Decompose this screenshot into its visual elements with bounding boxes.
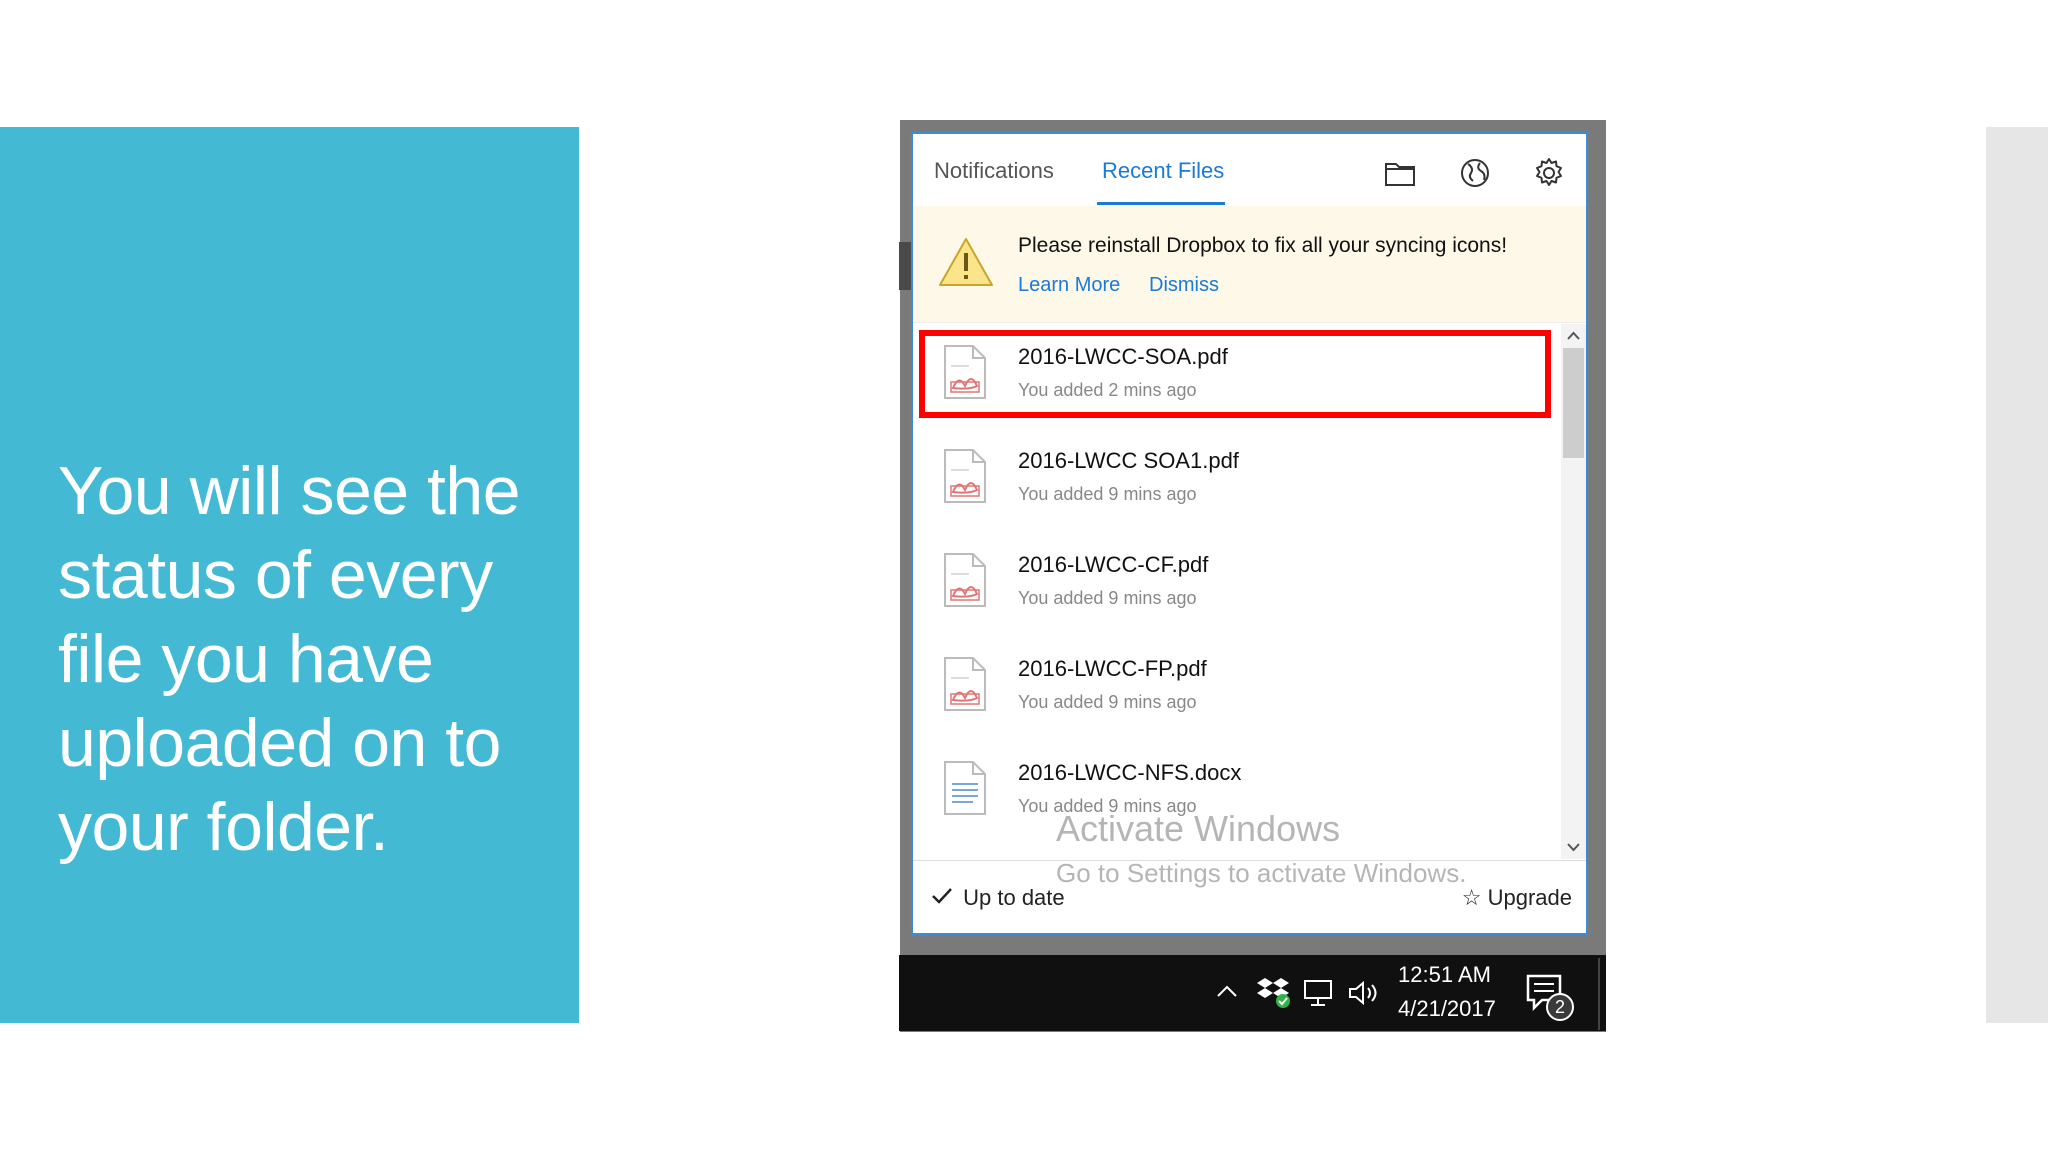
gear-icon[interactable] (1532, 156, 1566, 190)
sync-status-label: Up to date (963, 885, 1065, 910)
scroll-up-icon[interactable] (1561, 324, 1586, 348)
file-row-cf[interactable]: 2016-LWCC-CF.pdf You added 9 mins ago (913, 532, 1561, 636)
activate-windows-subtitle: Go to Settings to activate Windows. (1056, 858, 1467, 888)
learn-more-link[interactable]: Learn More (1018, 274, 1120, 297)
banner-message: Please reinstall Dropbox to fix all your… (1018, 234, 1508, 257)
globe-icon[interactable] (1458, 156, 1492, 190)
file-meta: You added 9 mins ago (1018, 692, 1197, 712)
tab-recent-files[interactable]: Recent Files (1102, 158, 1224, 184)
upgrade-label: Upgrade (1487, 885, 1572, 910)
slide-right-edge (1986, 127, 2048, 1023)
taskbar-date[interactable]: 4/21/2017 (1398, 996, 1496, 1022)
popup-tab-bar: Notifications Recent Files (913, 134, 1586, 207)
pdf-file-icon (943, 656, 987, 712)
file-list-scrollbar[interactable] (1561, 324, 1586, 859)
sync-status: Up to date (931, 885, 1065, 911)
dismiss-link[interactable]: Dismiss (1149, 274, 1219, 297)
windows-taskbar (899, 955, 1606, 1031)
scroll-thumb[interactable] (1563, 348, 1584, 458)
slide-text-panel: You will see the status of every file yo… (0, 127, 579, 1023)
dropbox-tray-icon[interactable] (1254, 975, 1294, 1009)
slide-body-text: You will see the status of every file yo… (58, 453, 521, 865)
highlight-box (919, 330, 1551, 418)
chevron-up-icon[interactable] (1213, 978, 1241, 1006)
file-row-soa1[interactable]: 2016-LWCC SOA1.pdf You added 9 mins ago (913, 428, 1561, 532)
taskbar-time[interactable]: 12:51 AM (1398, 962, 1491, 988)
file-name: 2016-LWCC-FP.pdf (1018, 656, 1207, 681)
pdf-file-icon (943, 552, 987, 608)
reinstall-banner: Please reinstall Dropbox to fix all your… (913, 206, 1586, 323)
folder-icon[interactable] (1383, 156, 1417, 190)
file-row-fp[interactable]: 2016-LWCC-FP.pdf You added 9 mins ago (913, 636, 1561, 740)
file-row-soa[interactable]: 2016-LWCC-SOA.pdf You added 2 mins ago (913, 324, 1561, 428)
file-name: 2016-LWCC-NFS.docx (1018, 760, 1242, 785)
scroll-down-icon[interactable] (1561, 835, 1586, 859)
activate-windows-title: Activate Windows (1056, 808, 1341, 849)
network-icon[interactable] (1303, 978, 1335, 1008)
volume-icon[interactable] (1347, 978, 1383, 1008)
show-desktop-divider (1598, 958, 1600, 1030)
notification-count-badge: 2 (1546, 993, 1574, 1021)
file-meta: You added 9 mins ago (1018, 484, 1197, 504)
file-meta: You added 9 mins ago (1018, 588, 1197, 608)
check-icon (931, 885, 957, 911)
docx-file-icon (943, 760, 987, 816)
active-tab-indicator (1097, 202, 1225, 205)
file-name: 2016-LWCC SOA1.pdf (1018, 448, 1239, 473)
recent-files-list: 2016-LWCC-SOA.pdf You added 2 mins ago 2… (913, 324, 1561, 859)
tab-notifications[interactable]: Notifications (934, 158, 1054, 184)
warning-icon (937, 236, 995, 288)
file-name: 2016-LWCC-CF.pdf (1018, 552, 1209, 577)
upgrade-button[interactable]: ☆ Upgrade (1462, 885, 1572, 911)
pdf-file-icon (943, 448, 987, 504)
